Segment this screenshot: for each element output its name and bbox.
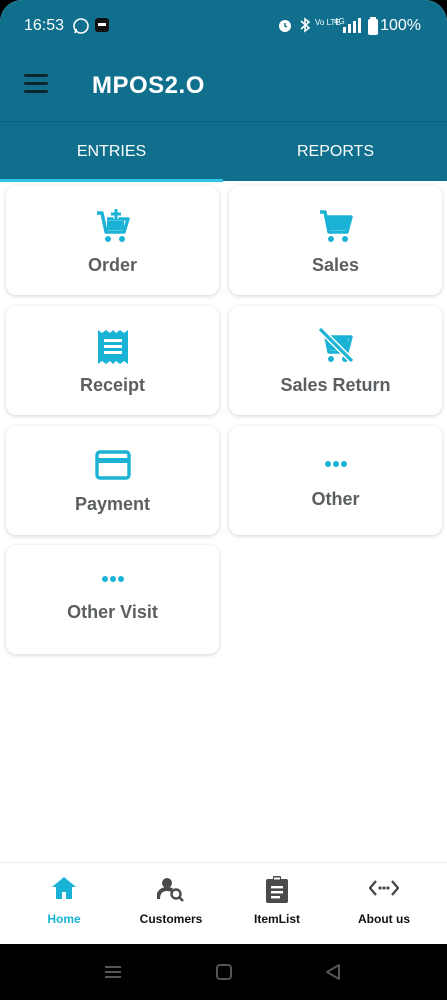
tile-receipt-label: Receipt	[79, 375, 146, 395]
app-screen: 16:53 Vo LTE 4G 100% MPOS2.O ENTRIES REP…	[0, 0, 447, 1000]
nav-about-us-label: About us	[358, 912, 410, 926]
more-horizontal-icon	[6, 575, 219, 583]
nav-home-label: Home	[47, 912, 81, 926]
tile-sales[interactable]: Sales	[229, 186, 442, 295]
cart-icon	[229, 208, 442, 244]
cart-off-icon	[229, 326, 442, 364]
home-icon	[9, 876, 119, 900]
alarm-icon	[277, 17, 293, 37]
tab-selected-indicator	[0, 179, 223, 182]
nav-itemlist-label: ItemList	[253, 912, 300, 926]
tab-entries-label: ENTRIES	[76, 143, 147, 160]
system-navigation-bar	[0, 944, 447, 1000]
bottom-navigation: Home Customers ItemList About us	[0, 862, 447, 944]
tile-receipt[interactable]: Receipt	[6, 306, 219, 415]
nav-about-us[interactable]: About us	[329, 863, 439, 945]
back-icon[interactable]	[324, 963, 342, 986]
code-dots-icon	[329, 879, 439, 897]
tab-reports-label: REPORTS	[296, 143, 375, 160]
credit-card-icon	[6, 450, 219, 480]
tile-sales-return-label: Sales Return	[280, 375, 391, 395]
battery-percent: 100%	[380, 17, 421, 34]
app-title: MPOS2.O	[92, 72, 205, 99]
tile-payment[interactable]: Payment	[6, 426, 219, 535]
home-button-icon[interactable]	[215, 963, 233, 986]
app-bar: MPOS2.O	[0, 52, 447, 120]
menu-icon[interactable]	[24, 74, 48, 94]
tile-payment-label: Payment	[74, 494, 151, 514]
top-app-region: 16:53 Vo LTE 4G 100% MPOS2.O ENTRIES REP…	[0, 0, 447, 182]
nav-customers[interactable]: Customers	[116, 863, 226, 945]
battery-icon	[367, 17, 379, 39]
tile-sales-return[interactable]: Sales Return	[229, 306, 442, 415]
nav-home[interactable]: Home	[9, 863, 119, 945]
cart-plus-icon	[6, 208, 219, 244]
tile-other-visit-label: Other Visit	[67, 602, 158, 622]
nav-itemlist[interactable]: ItemList	[222, 863, 332, 945]
tab-reports[interactable]: REPORTS	[224, 122, 447, 182]
clipboard-list-icon	[222, 876, 332, 904]
status-bar: 16:53 Vo LTE 4G 100%	[0, 0, 447, 52]
nav-customers-label: Customers	[139, 912, 203, 926]
whatsapp-icon	[72, 17, 90, 39]
tile-other-label: Other	[311, 489, 360, 509]
app-notification-icon	[94, 17, 110, 37]
receipt-icon	[6, 328, 219, 366]
recent-apps-icon[interactable]	[104, 964, 122, 985]
tab-bar: ENTRIES REPORTS	[0, 121, 447, 182]
tile-order-label: Order	[87, 255, 138, 275]
status-time: 16:53	[24, 17, 65, 34]
tab-entries[interactable]: ENTRIES	[0, 122, 223, 182]
tile-sales-label: Sales	[311, 255, 360, 275]
more-horizontal-icon	[229, 460, 442, 468]
tile-other[interactable]: Other	[229, 426, 442, 535]
signal-icon	[341, 17, 363, 37]
tile-order[interactable]: Order	[6, 186, 219, 295]
customer-search-icon	[116, 876, 226, 902]
bluetooth-icon	[299, 17, 311, 37]
tile-other-visit[interactable]: Other Visit	[6, 545, 219, 654]
